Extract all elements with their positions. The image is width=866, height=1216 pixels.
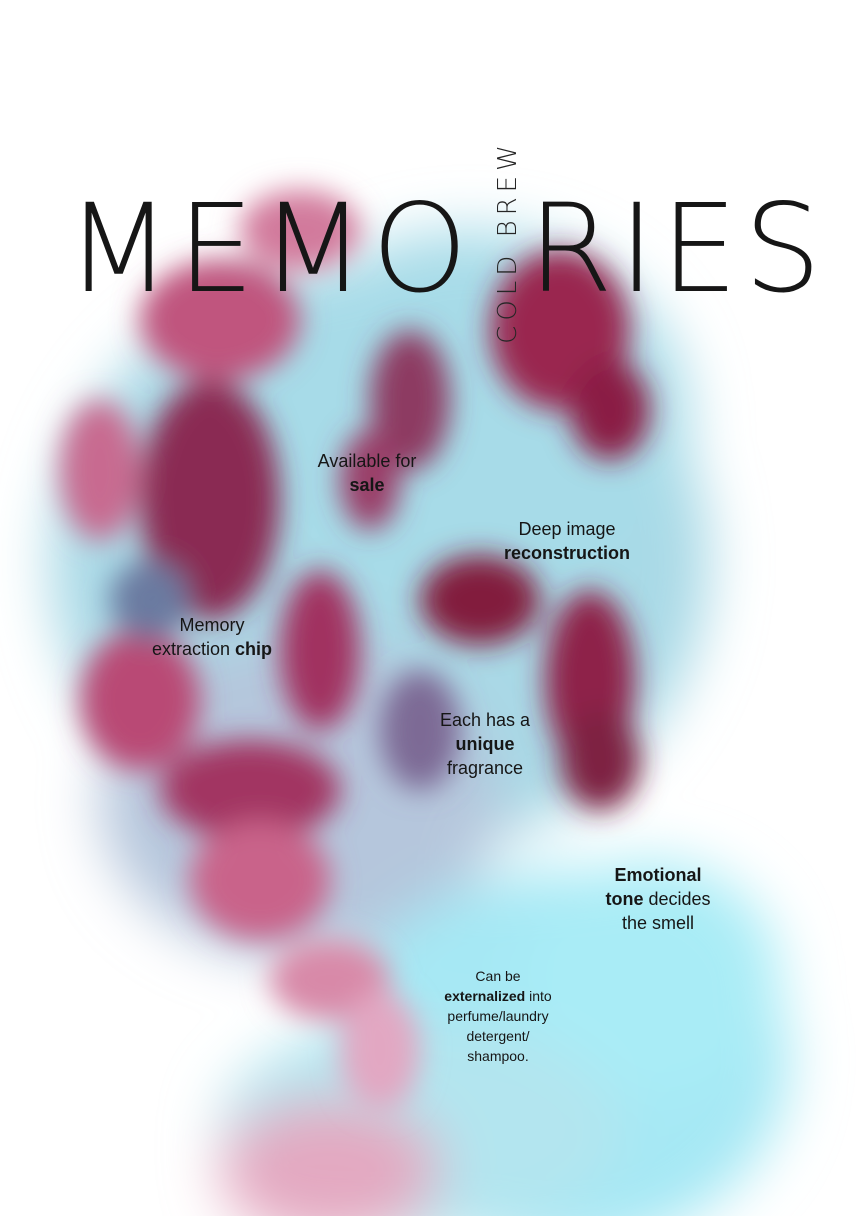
- note-externalized-line2: into: [525, 988, 552, 1004]
- note-externalized-bold: externalized: [444, 988, 526, 1004]
- note-chip-line2: extraction: [151, 639, 236, 659]
- note-externalized-line1: Can be: [475, 968, 521, 984]
- title-left: MEMO: [66, 178, 474, 320]
- note-reconstruction-bold: reconstruction: [503, 543, 631, 563]
- note-chip: Memory extraction chip: [152, 613, 272, 661]
- note-chip-line1: Memory: [179, 615, 245, 635]
- note-externalized-line4: detergent/: [466, 1028, 530, 1044]
- note-chip-bold: chip: [235, 639, 273, 659]
- note-externalized-line5: shampoo.: [467, 1048, 529, 1064]
- note-emotional-bold2: tone: [605, 889, 644, 909]
- note-sale-bold: sale: [349, 475, 385, 495]
- note-reconstruction-text: Deep image: [518, 519, 616, 539]
- note-emotional-line2: decides: [643, 889, 711, 909]
- note-externalized: Can be externalized into perfume/laundry…: [444, 966, 551, 1066]
- note-fragrance: Each has a unique fragrance: [440, 708, 530, 780]
- note-sale: Available for sale: [318, 449, 417, 497]
- note-fragrance-bold: unique: [455, 734, 515, 754]
- note-fragrance-line3: fragrance: [446, 758, 524, 778]
- title-right: RIES: [528, 178, 828, 320]
- subtitle-vertical: COLD BREW: [493, 140, 523, 344]
- poster: MEMO RIES COLD BREW Available for sale D…: [0, 0, 866, 1216]
- note-emotional-bold1: Emotional: [614, 865, 702, 885]
- note-externalized-line3: perfume/laundry: [447, 1008, 549, 1024]
- note-sale-text: Available for: [317, 451, 417, 471]
- note-emotional: Emotional tone decides the smell: [605, 863, 710, 935]
- note-reconstruction: Deep image reconstruction: [504, 517, 630, 565]
- note-emotional-line3: the smell: [621, 913, 695, 933]
- note-fragrance-line1: Each has a: [439, 710, 531, 730]
